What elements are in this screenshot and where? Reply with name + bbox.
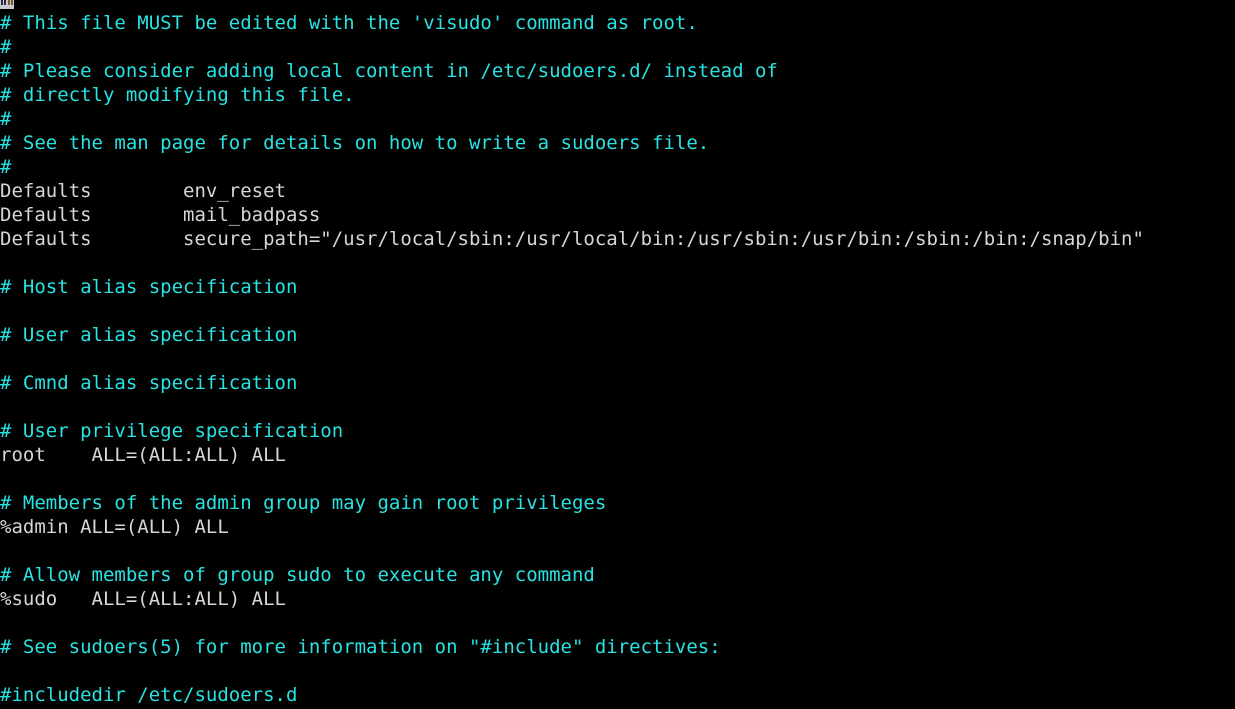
terminal-line: %sudo ALL=(ALL:ALL) ALL <box>0 588 286 610</box>
terminal-line: # directly modifying this file. <box>0 84 355 106</box>
terminal-line: Defaults env_reset <box>0 180 286 202</box>
titlebar-mark <box>11 0 13 5</box>
terminal-line: # <box>0 156 12 178</box>
terminal-line: # <box>0 36 12 58</box>
terminal-line: root ALL=(ALL:ALL) ALL <box>0 444 286 466</box>
terminal-line: # Host alias specification <box>0 276 298 298</box>
terminal-line: #includedir /etc/sudoers.d <box>0 684 298 706</box>
terminal-window[interactable]: # This file MUST be edited with the 'vis… <box>0 0 1235 709</box>
titlebar-mark <box>8 0 10 5</box>
terminal-line: # User privilege specification <box>0 420 344 442</box>
terminal-line: # See sudoers(5) for more information on… <box>0 636 721 658</box>
terminal-line: # Allow members of group sudo to execute… <box>0 564 595 586</box>
titlebar-mark <box>1 0 3 5</box>
titlebar-mark <box>4 0 6 5</box>
terminal-line: Defaults secure_path="/usr/local/sbin:/u… <box>0 228 1144 250</box>
terminal-line: # Please consider adding local content i… <box>0 60 778 82</box>
terminal-text-buffer[interactable]: # This file MUST be edited with the 'vis… <box>0 0 1144 707</box>
terminal-line: # See the man page for details on how to… <box>0 132 710 154</box>
terminal-line: # Members of the admin group may gain ro… <box>0 492 607 514</box>
terminal-line: # <box>0 108 12 130</box>
terminal-line: Defaults mail_badpass <box>0 204 321 226</box>
window-titlebar-fragment <box>0 0 14 9</box>
terminal-line: # This file MUST be edited with the 'vis… <box>0 12 698 34</box>
terminal-line: %admin ALL=(ALL) ALL <box>0 516 229 538</box>
terminal-line: # Cmnd alias specification <box>0 372 298 394</box>
terminal-line: # User alias specification <box>0 324 298 346</box>
